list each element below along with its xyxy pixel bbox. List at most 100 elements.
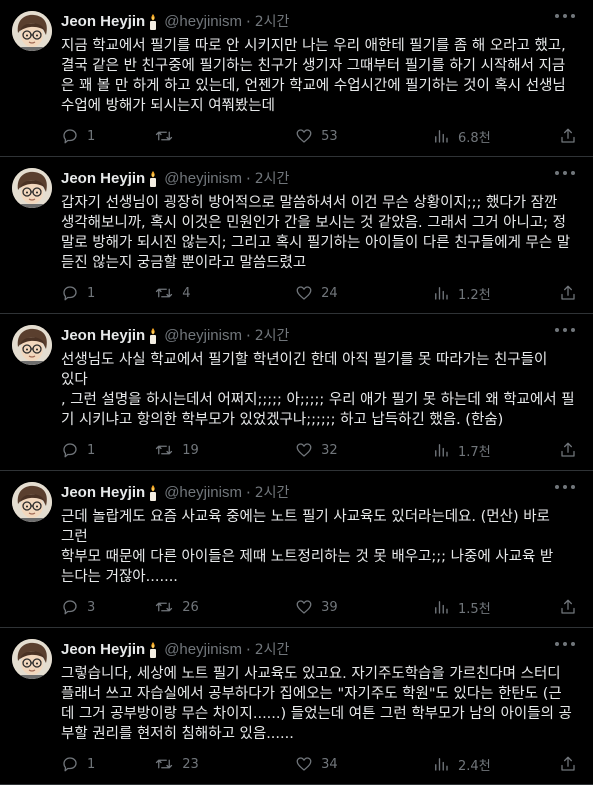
retweet-button[interactable]: 19: [154, 441, 295, 459]
tweet-header: Jeon Heyjin @heyjinism · 2시간: [61, 638, 577, 662]
timestamp[interactable]: 2시간: [255, 483, 290, 503]
author-handle[interactable]: @heyjinism: [164, 169, 242, 189]
like-button[interactable]: 34: [295, 755, 432, 773]
candle-icon: [148, 328, 158, 344]
tweet-text: 근데 놀랍게도 요즘 사교육 중에는 노트 필기 사교육도 있더라는데요. (먼…: [61, 509, 554, 585]
views-button[interactable]: 1.5천: [432, 598, 559, 617]
tweet[interactable]: Jeon Heyjin @heyjinism · 2시간 지금 학교에서 필기를…: [0, 0, 593, 157]
reply-count: 1: [87, 285, 96, 301]
like-count: 24: [321, 285, 338, 301]
more-horizontal-icon[interactable]: [555, 485, 575, 491]
retweet-arrows-icon: [156, 131, 173, 141]
more-horizontal-icon[interactable]: [555, 642, 575, 648]
reply-button[interactable]: 3: [61, 598, 154, 616]
author-name[interactable]: Jeon Heyjin: [61, 12, 145, 32]
retweet-button[interactable]: [154, 127, 295, 145]
avatar[interactable]: [12, 168, 52, 208]
author-handle[interactable]: @heyjinism: [164, 326, 242, 346]
share-button[interactable]: [559, 598, 577, 616]
heart-icon: [296, 600, 312, 614]
tweet-actions: 1 19 32 1.7천: [61, 430, 577, 470]
avatar[interactable]: [12, 11, 52, 51]
retweet-count: 26: [182, 599, 199, 615]
author-handle[interactable]: @heyjinism: [164, 483, 242, 503]
heart-icon: [296, 757, 312, 771]
tweet-header: Jeon Heyjin @heyjinism · 2시간: [61, 167, 577, 191]
share-upload-icon: [561, 756, 575, 771]
timestamp[interactable]: 2시간: [255, 169, 290, 189]
retweet-arrows-icon: [156, 445, 173, 455]
views-bar-chart-icon: [435, 601, 448, 614]
retweet-button[interactable]: 23: [154, 755, 295, 773]
tweet-header: Jeon Heyjin @heyjinism · 2시간: [61, 10, 577, 34]
like-count: 39: [321, 599, 338, 615]
timestamp[interactable]: 2시간: [255, 640, 290, 660]
retweet-button[interactable]: 4: [154, 284, 295, 302]
more-horizontal-icon[interactable]: [555, 14, 575, 20]
like-button[interactable]: 39: [295, 598, 432, 616]
tweet-header: Jeon Heyjin @heyjinism · 2시간: [61, 324, 577, 348]
heart-icon: [296, 286, 312, 300]
tweet-header: Jeon Heyjin @heyjinism · 2시간: [61, 481, 577, 505]
candle-icon: [148, 642, 158, 658]
retweet-arrows-icon: [156, 602, 173, 612]
author-name[interactable]: Jeon Heyjin: [61, 483, 145, 503]
tweet-text: 갑자기 선생님이 굉장히 방어적으로 말씀하셔서 이건 무슨 상황이지;;; 했…: [61, 195, 571, 271]
share-button[interactable]: [559, 127, 577, 145]
views-button[interactable]: 2.4천: [432, 755, 559, 774]
timestamp[interactable]: 2시간: [255, 12, 290, 32]
views-button[interactable]: 6.8천: [432, 127, 559, 146]
share-button[interactable]: [559, 284, 577, 302]
share-upload-icon: [561, 442, 575, 457]
dot-separator: ·: [245, 13, 251, 31]
view-count: 1.7천: [458, 444, 491, 460]
candle-icon: [148, 485, 158, 501]
author-name[interactable]: Jeon Heyjin: [61, 326, 145, 346]
dot-separator: ·: [245, 484, 251, 502]
view-count: 1.5천: [458, 601, 491, 617]
view-count: 2.4천: [458, 758, 491, 774]
more-horizontal-icon[interactable]: [555, 328, 575, 334]
tweet-actions: 1 53 6.8천: [61, 116, 577, 156]
views-button[interactable]: 1.7천: [432, 441, 559, 460]
reply-bubble-icon: [63, 443, 77, 458]
like-count: 32: [321, 442, 338, 458]
reply-button[interactable]: 1: [61, 284, 154, 302]
reply-bubble-icon: [63, 600, 77, 615]
tweet-actions: 3 26 39 1.5천: [61, 587, 577, 627]
heart-icon: [296, 129, 312, 143]
like-count: 34: [321, 756, 338, 772]
candle-icon: [148, 14, 158, 30]
retweet-button[interactable]: 26: [154, 598, 295, 616]
views-button[interactable]: 1.2천: [432, 284, 559, 303]
tweet[interactable]: Jeon Heyjin @heyjinism · 2시간 그렇습니다, 세상에 …: [0, 628, 593, 785]
author-name[interactable]: Jeon Heyjin: [61, 169, 145, 189]
like-button[interactable]: 32: [295, 441, 432, 459]
avatar[interactable]: [12, 639, 52, 679]
author-handle[interactable]: @heyjinism: [164, 12, 242, 32]
reply-count: 1: [87, 128, 96, 144]
tweet[interactable]: Jeon Heyjin @heyjinism · 2시간 갑자기 선생님이 굉장…: [0, 157, 593, 314]
reply-button[interactable]: 1: [61, 127, 154, 145]
avatar[interactable]: [12, 325, 52, 365]
like-button[interactable]: 53: [295, 127, 432, 145]
retweet-count: 4: [182, 285, 191, 301]
share-button[interactable]: [559, 441, 577, 459]
avatar[interactable]: [12, 482, 52, 522]
author-handle[interactable]: @heyjinism: [164, 640, 242, 660]
views-bar-chart-icon: [435, 130, 448, 143]
tweet-actions: 1 4 24 1.2천: [61, 273, 577, 313]
share-upload-icon: [561, 128, 575, 143]
author-name[interactable]: Jeon Heyjin: [61, 640, 145, 660]
views-bar-chart-icon: [435, 444, 448, 457]
tweet[interactable]: Jeon Heyjin @heyjinism · 2시간 선생님도 사실 학교에…: [0, 314, 593, 471]
tweet-actions: 1 23 34 2.4천: [61, 744, 577, 784]
like-button[interactable]: 24: [295, 284, 432, 302]
timestamp[interactable]: 2시간: [255, 326, 290, 346]
share-button[interactable]: [559, 755, 577, 773]
retweet-count: 23: [182, 756, 199, 772]
reply-button[interactable]: 1: [61, 441, 154, 459]
tweet[interactable]: Jeon Heyjin @heyjinism · 2시간 근데 놀랍게도 요즘 …: [0, 471, 593, 628]
reply-button[interactable]: 1: [61, 755, 154, 773]
more-horizontal-icon[interactable]: [555, 171, 575, 177]
